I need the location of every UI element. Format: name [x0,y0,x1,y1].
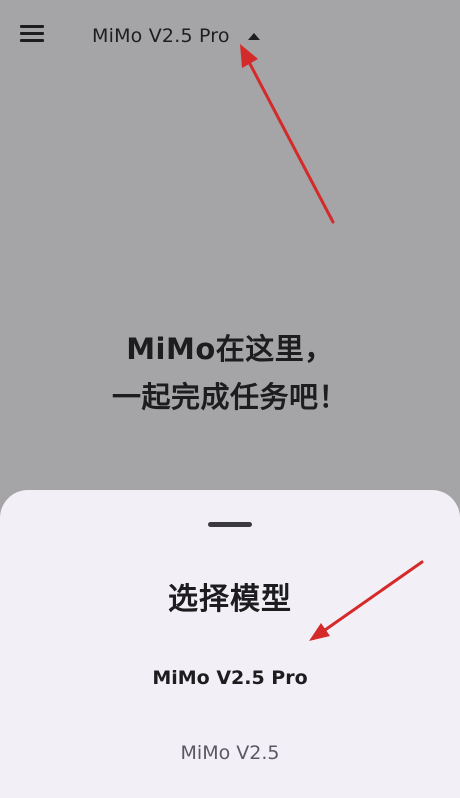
model-option-mimo-v2-5[interactable]: MiMo V2.5 [0,742,460,764]
app-screen: MiMo V2.5 Pro MiMo在这里， 一起完成任务吧！ 选择模型 MiM… [0,0,460,798]
menu-line [20,32,44,35]
sheet-title: 选择模型 [168,582,292,617]
caret-up-icon [247,32,260,40]
model-select-sheet: 选择模型 MiMo V2.5 Pro MiMo V2.5 [0,490,460,798]
model-switcher-button[interactable]: MiMo V2.5 Pro [92,22,260,50]
welcome-text-line-1: MiMo在这里， [126,332,334,366]
menu-line [20,25,44,28]
model-title: MiMo V2.5 Pro [92,25,230,47]
hamburger-menu-icon[interactable] [20,24,46,44]
model-option-mimo-v2-5-pro[interactable]: MiMo V2.5 Pro [0,667,460,689]
annotation-arrow-top [240,44,335,224]
welcome-text-line-2: 一起完成任务吧！ [111,380,348,414]
sheet-drag-handle[interactable] [208,522,252,527]
menu-line [20,39,44,42]
